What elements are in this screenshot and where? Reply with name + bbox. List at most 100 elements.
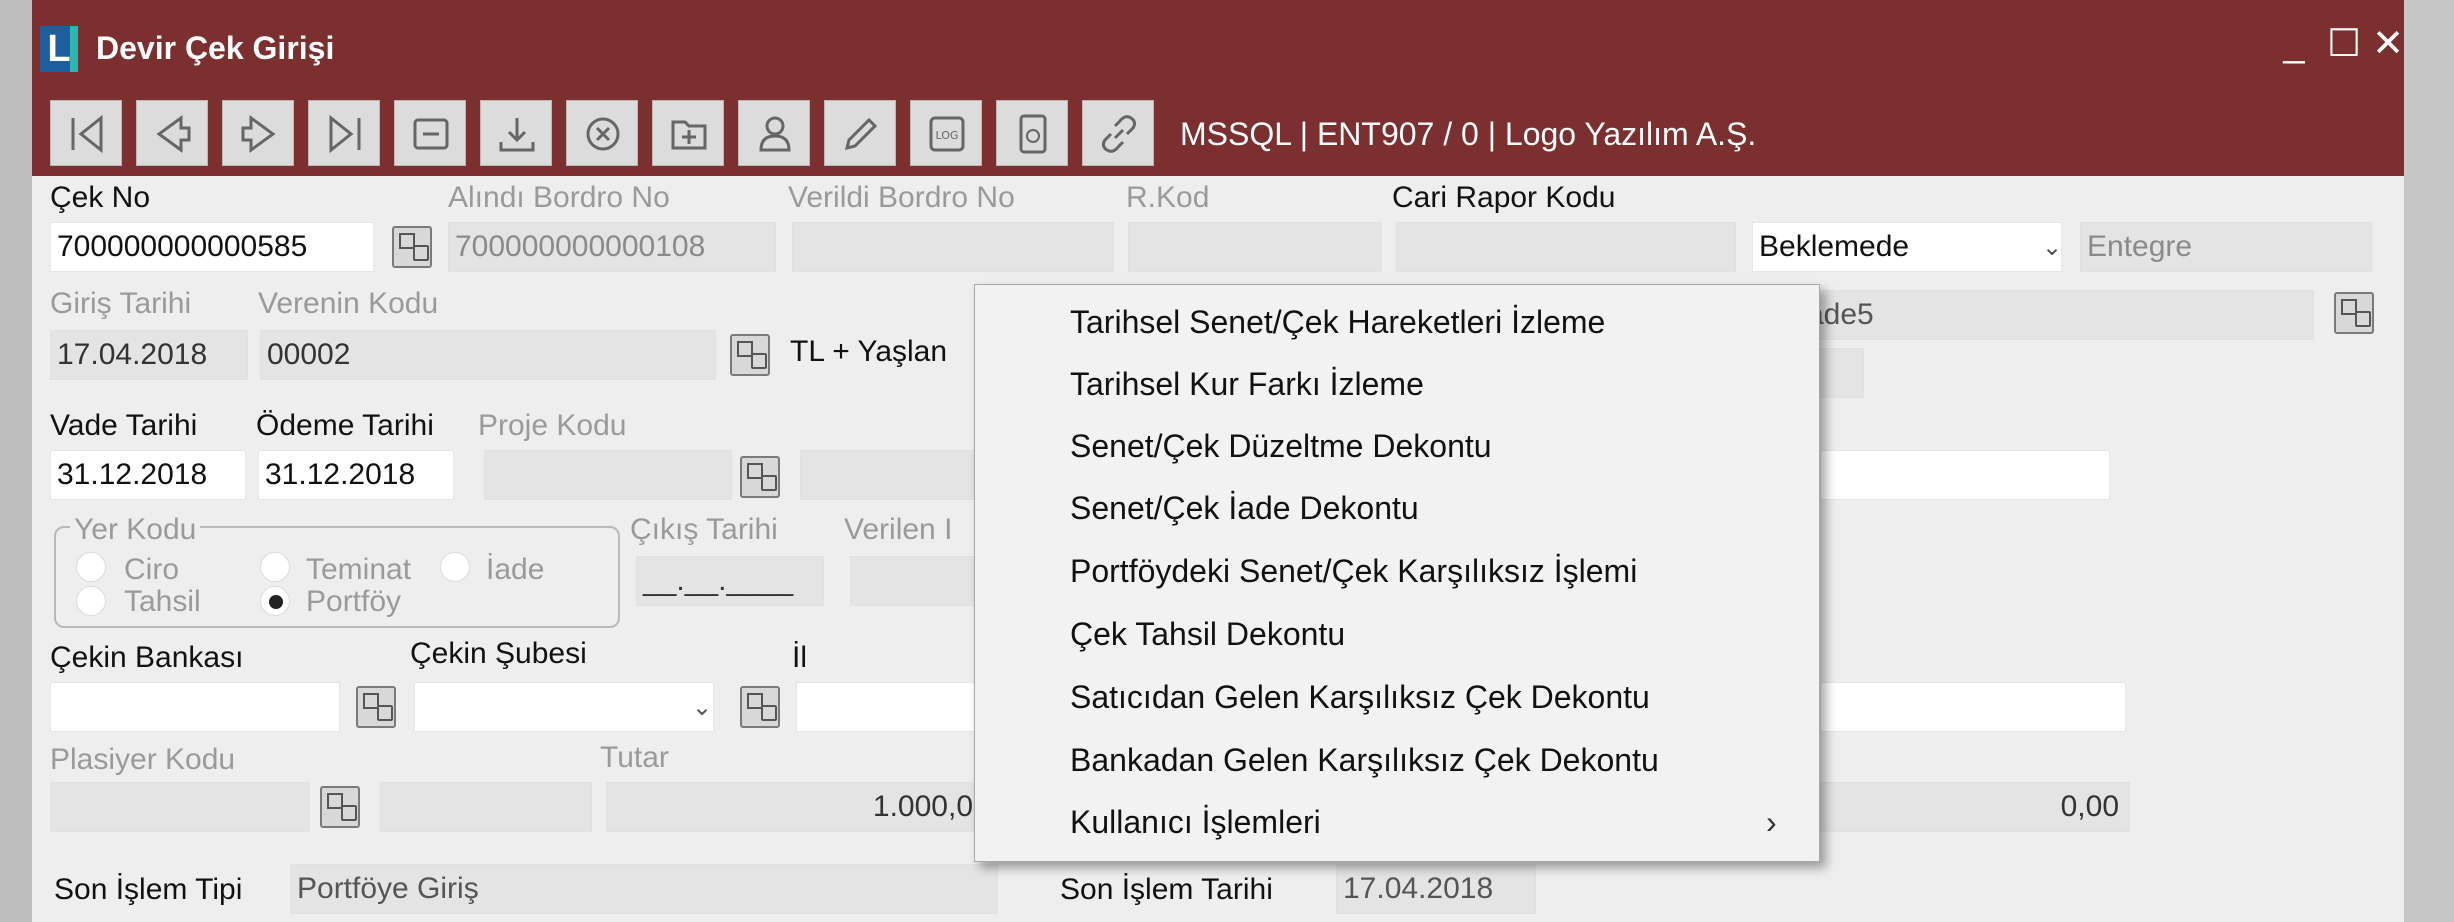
next-record-button[interactable]	[222, 100, 294, 166]
right-white-field[interactable]	[1820, 450, 2110, 500]
radio-tahsil[interactable]	[76, 586, 106, 616]
odeme-tarihi-input[interactable]: 31.12.2018	[258, 450, 454, 500]
plasiyer-kodu-lookup-icon[interactable]	[320, 786, 360, 828]
link-button[interactable]	[1082, 100, 1154, 166]
hidden-right-field[interactable]: ade5	[1800, 290, 2314, 340]
user-icon	[759, 116, 791, 152]
radio-portfoy-label: Portföy	[306, 585, 402, 618]
plasiyer-kodu-label: Plasiyer Kodu	[50, 743, 236, 776]
il-input[interactable]	[796, 682, 976, 732]
cekin-subesi-select[interactable]	[414, 682, 714, 732]
menu-item-bankadan-karsiliksiz[interactable]: Bankadan Gelen Karşılıksız Çek Dekontu	[1070, 740, 1659, 780]
verenin-kodu-lookup-icon[interactable]	[730, 334, 770, 376]
last-record-button[interactable]	[308, 100, 380, 166]
cekin-bankasi-input[interactable]	[50, 682, 340, 732]
add-folder-button[interactable]	[652, 100, 724, 166]
plasiyer-kodu-input[interactable]	[50, 782, 310, 832]
minimize-button[interactable]: _	[2272, 22, 2316, 66]
edit-button[interactable]	[824, 100, 896, 166]
cek-no-lookup-icon[interactable]	[392, 226, 432, 268]
document-button[interactable]	[996, 100, 1068, 166]
status-select[interactable]: Beklemede	[1752, 222, 2062, 272]
download-button[interactable]	[480, 100, 552, 166]
maximize-button[interactable]: ☐	[2322, 22, 2366, 66]
il-label: İl	[792, 641, 807, 674]
vade-tarihi-label: Vade Tarihi	[50, 409, 198, 442]
radio-ciro-label: Ciro	[124, 553, 180, 586]
link-icon	[1101, 115, 1137, 153]
radio-iade[interactable]	[440, 552, 470, 582]
prev-record-button[interactable]	[136, 100, 208, 166]
alindi-bordro-input[interactable]: 700000000000108	[448, 222, 776, 272]
user-button[interactable]	[738, 100, 810, 166]
verildi-bordro-label: Verildi Bordro No	[788, 181, 1015, 214]
vade-tarihi-input[interactable]: 31.12.2018	[50, 450, 246, 500]
tutar-label: Tutar	[600, 741, 669, 774]
giris-tarihi-label: Giriş Tarihi	[50, 287, 192, 320]
proje-extra-field	[800, 450, 974, 500]
verilen-input[interactable]	[850, 556, 974, 606]
cekin-bankasi-lookup-icon[interactable]	[356, 686, 396, 728]
verildi-bordro-input[interactable]	[792, 222, 1114, 272]
radio-ciro[interactable]	[76, 552, 106, 582]
menu-item-karsiliksiz-islemi[interactable]: Portföydeki Senet/Çek Karşılıksız İşlemi	[1070, 551, 1637, 591]
desktop-background-right	[2404, 0, 2454, 922]
radio-iade-label: İade	[486, 553, 545, 586]
log-icon: LOG	[929, 116, 965, 152]
verenin-kodu-input[interactable]: 00002	[260, 330, 716, 380]
cekin-subesi-lookup-icon[interactable]	[740, 686, 780, 728]
cekin-subesi-label: Çekin Şubesi	[410, 637, 587, 670]
verenin-kodu-label: Verenin Kodu	[258, 287, 439, 320]
yer-kodu-label: Yer Kodu	[70, 512, 201, 548]
first-record-button[interactable]	[50, 100, 122, 166]
odeme-tarihi-label: Ödeme Tarihi	[256, 409, 434, 442]
cari-rapor-kodu-input[interactable]	[1396, 222, 1736, 272]
cek-no-input[interactable]: 700000000000585	[50, 222, 374, 272]
menu-item-duzeltme-dekontu[interactable]: Senet/Çek Düzeltme Dekontu	[1070, 426, 1492, 466]
son-islem-tipi-input[interactable]: Portföye Giriş	[290, 864, 998, 914]
proje-kodu-lookup-icon[interactable]	[740, 456, 780, 498]
r-kod-label: R.Kod	[1126, 181, 1210, 214]
title-bar	[32, 0, 2404, 90]
verilen-label: Verilen I	[844, 513, 953, 546]
r-kod-input[interactable]	[1128, 222, 1382, 272]
logo-icon: L	[40, 26, 78, 72]
cancel-button[interactable]	[566, 100, 638, 166]
menu-item-saticidan-karsiliksiz[interactable]: Satıcıdan Gelen Karşılıksız Çek Dekontu	[1070, 677, 1650, 717]
son-islem-tarihi-label: Son İşlem Tarihi	[1060, 873, 1273, 906]
menu-item-iade-dekontu[interactable]: Senet/Çek İade Dekontu	[1070, 488, 1419, 528]
next-record-icon	[241, 115, 276, 153]
close-button[interactable]: ✕	[2366, 22, 2410, 66]
log-button[interactable]: LOG	[910, 100, 982, 166]
proje-kodu-label: Proje Kodu	[478, 409, 627, 442]
right-amount-input[interactable]: 0,00	[1820, 782, 2130, 832]
chevron-down-icon[interactable]: ⌄	[2042, 236, 2062, 260]
son-islem-tarihi-input[interactable]: 17.04.2018	[1336, 864, 1536, 914]
menu-item-tarihsel-kur-farki[interactable]: Tarihsel Kur Farkı İzleme	[1070, 364, 1424, 404]
right-bank-field[interactable]	[1820, 682, 2126, 732]
list-button[interactable]	[394, 100, 466, 166]
window-title: Devir Çek Girişi	[96, 30, 335, 66]
alindi-bordro-label: Alındı Bordro No	[448, 181, 670, 214]
radio-teminat[interactable]	[260, 552, 290, 582]
proje-kodu-input[interactable]	[484, 450, 732, 500]
verenin-unvani-text: TL + Yaşlan	[790, 335, 948, 368]
submenu-arrow-icon: ›	[1766, 804, 1777, 840]
download-icon	[499, 118, 535, 152]
giris-tarihi-input[interactable]: 17.04.2018	[50, 330, 248, 380]
radio-portfoy[interactable]	[260, 586, 290, 616]
menu-item-kullanici-islemleri[interactable]: Kullanıcı İşlemleri	[1070, 802, 1321, 842]
last-record-icon	[329, 114, 361, 154]
menu-item-tarihsel-hareketler[interactable]: Tarihsel Senet/Çek Hareketleri İzleme	[1070, 302, 1605, 342]
chevron-down-icon[interactable]: ⌄	[692, 696, 712, 720]
cek-no-label: Çek No	[50, 181, 151, 214]
cari-rapor-kodu-label: Cari Rapor Kodu	[1392, 181, 1616, 214]
prev-record-icon	[156, 115, 191, 153]
menu-item-tahsil-dekontu[interactable]: Çek Tahsil Dekontu	[1070, 614, 1345, 654]
desktop-background-left	[0, 0, 32, 922]
cikis-tarihi-input[interactable]: __.__.____	[636, 556, 824, 606]
son-islem-tipi-label: Son İşlem Tipi	[54, 873, 243, 906]
cancel-icon	[586, 117, 620, 151]
tutar-input[interactable]: 1.000,0	[606, 782, 974, 832]
hidden-right-lookup-icon[interactable]	[2334, 292, 2374, 334]
